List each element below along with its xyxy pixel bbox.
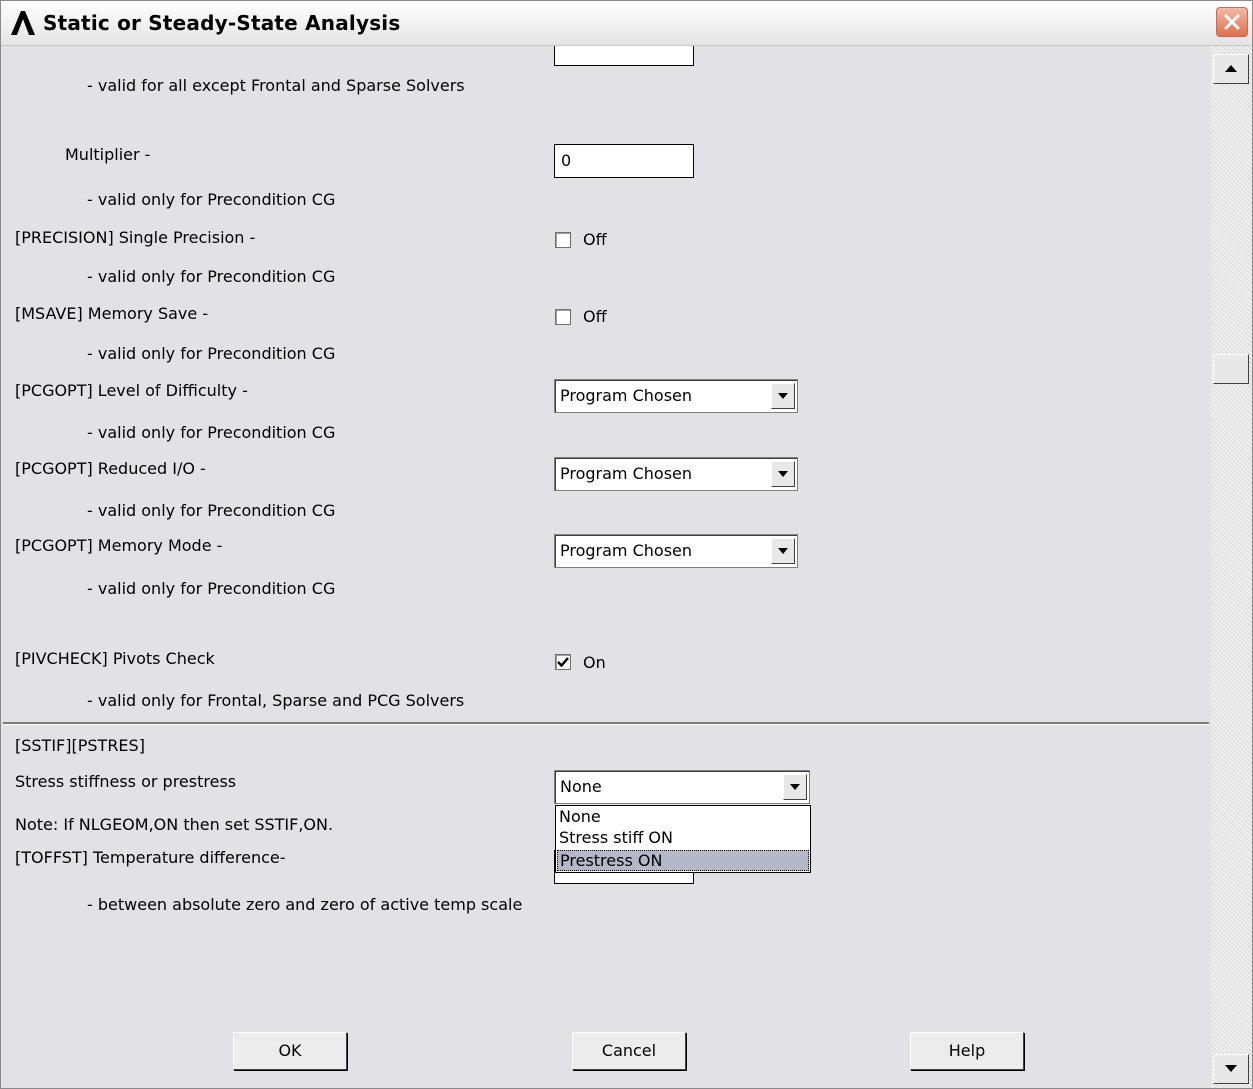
chevron-down-icon	[778, 548, 788, 554]
pcgopt-io-value: Program Chosen	[560, 464, 693, 483]
note-pivcheck: - valid only for Frontal, Sparse and PCG…	[87, 691, 465, 710]
scroll-down-button[interactable]	[1213, 1054, 1249, 1084]
chevron-down-icon	[790, 784, 800, 790]
stress-label: Stress stiffness or prestress	[15, 772, 237, 791]
precision-state: Off	[583, 230, 607, 249]
pcg-tolerance-field[interactable]	[554, 46, 694, 66]
title-bar[interactable]: Static or Steady-State Analysis	[1, 1, 1252, 46]
stress-options-list: None Stress stiff ON Prestress ON	[555, 805, 811, 873]
cancel-button[interactable]: Cancel	[572, 1032, 686, 1070]
checkmark-icon	[557, 657, 569, 668]
dropdown-button[interactable]	[783, 774, 807, 800]
close-icon	[1224, 14, 1240, 30]
pivcheck-label: [PIVCHECK] Pivots Check	[15, 649, 215, 668]
note-all-except: - valid for all except Frontal and Spars…	[87, 76, 465, 95]
ok-button[interactable]: OK	[233, 1032, 347, 1070]
chevron-down-icon	[778, 471, 788, 477]
msave-label: [MSAVE] Memory Save -	[15, 304, 209, 323]
close-button[interactable]	[1216, 7, 1248, 37]
scroll-thumb[interactable]	[1213, 354, 1249, 384]
pcgopt-mem-value: Program Chosen	[560, 541, 693, 560]
stress-option-none[interactable]: None	[557, 807, 809, 828]
pivcheck-state: On	[583, 653, 606, 672]
arrow-down-icon	[1225, 1065, 1237, 1072]
note-pcg-4: - valid only for Precondition CG	[87, 423, 336, 442]
stress-select[interactable]: None	[554, 770, 810, 804]
dialog-window: Static or Steady-State Analysis - valid …	[0, 0, 1253, 1089]
note-pcg-6: - valid only for Precondition CG	[87, 579, 336, 598]
ansys-logo-icon	[11, 11, 35, 35]
toffst-note: - between absolute zero and zero of acti…	[87, 895, 523, 914]
nlgeom-note: Note: If NLGEOM,ON then set SSTIF,ON.	[15, 815, 334, 834]
help-button[interactable]: Help	[910, 1032, 1024, 1070]
pcgopt-mem-label: [PCGOPT] Memory Mode -	[15, 536, 223, 555]
dropdown-button[interactable]	[771, 383, 795, 409]
stress-value: None	[560, 777, 602, 796]
note-pcg-1: - valid only for Precondition CG	[87, 190, 336, 209]
dropdown-button[interactable]	[771, 538, 795, 564]
note-pcg-5: - valid only for Precondition CG	[87, 501, 336, 520]
pcgopt-io-select[interactable]: Program Chosen	[554, 457, 798, 491]
precision-checkbox[interactable]	[555, 232, 571, 248]
pcgopt-level-value: Program Chosen	[560, 386, 693, 405]
vertical-scrollbar[interactable]	[1211, 46, 1252, 1088]
msave-checkbox[interactable]	[555, 309, 571, 325]
multiplier-field[interactable]: 0	[554, 144, 694, 178]
scroll-up-button[interactable]	[1213, 54, 1249, 84]
multiplier-label: Multiplier -	[65, 145, 151, 164]
pcgopt-level-select[interactable]: Program Chosen	[554, 379, 798, 413]
pcgopt-level-label: [PCGOPT] Level of Difficulty -	[15, 381, 248, 400]
precision-label: [PRECISION] Single Precision -	[15, 228, 256, 247]
stress-option-prestress[interactable]: Prestress ON	[557, 850, 809, 871]
arrow-up-icon	[1225, 65, 1237, 72]
pivcheck-checkbox[interactable]	[555, 654, 571, 670]
window-title: Static or Steady-State Analysis	[43, 11, 401, 35]
section-divider	[3, 722, 1209, 725]
pcgopt-mem-select[interactable]: Program Chosen	[554, 534, 798, 568]
dialog-content: - valid for all except Frontal and Spars…	[3, 46, 1209, 1088]
pcgopt-io-label: [PCGOPT] Reduced I/O -	[15, 459, 206, 478]
sstif-header: [SSTIF][PSTRES]	[15, 736, 145, 755]
toffst-label: [TOFFST] Temperature difference-	[15, 848, 286, 867]
note-pcg-3: - valid only for Precondition CG	[87, 344, 336, 363]
note-pcg-2: - valid only for Precondition CG	[87, 267, 336, 286]
stress-option-stress-stiff[interactable]: Stress stiff ON	[557, 828, 809, 849]
chevron-down-icon	[778, 393, 788, 399]
dropdown-button[interactable]	[771, 461, 795, 487]
msave-state: Off	[583, 307, 607, 326]
